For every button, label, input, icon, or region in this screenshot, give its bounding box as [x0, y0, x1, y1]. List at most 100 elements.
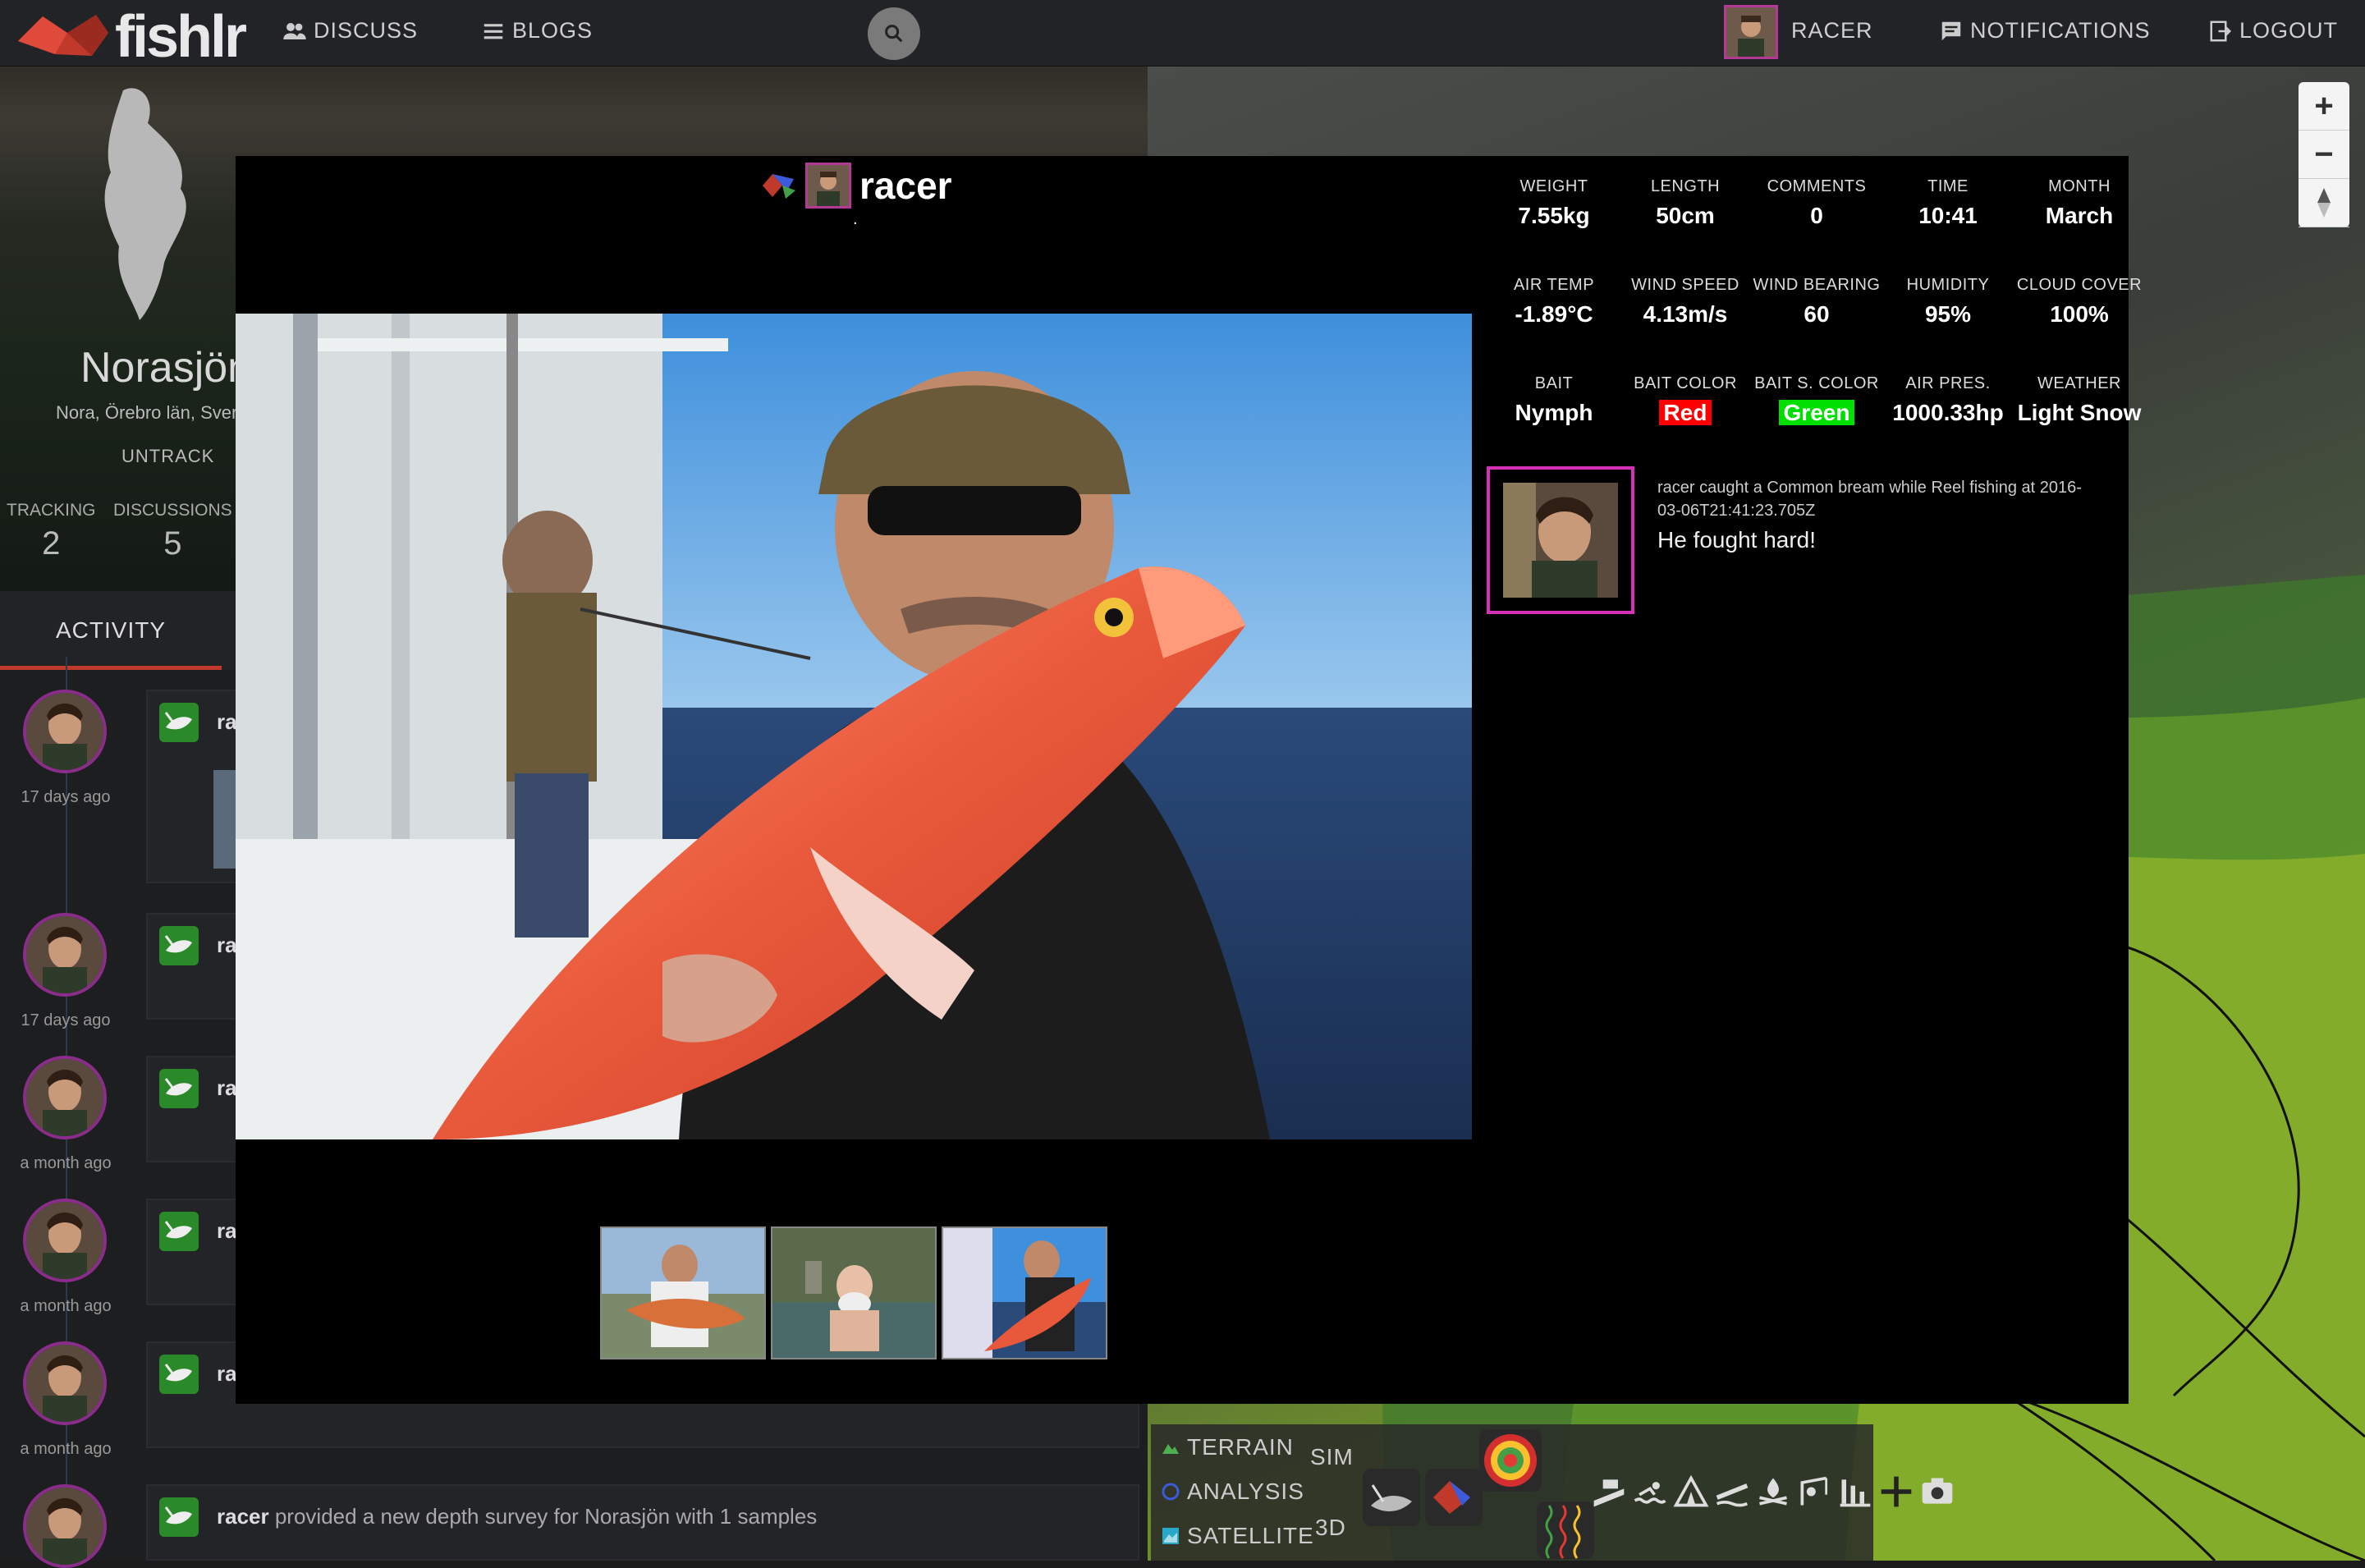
tab-activity[interactable]: ACTIVITY [0, 591, 222, 670]
nav-notifications-label: NOTIFICATIONS [1970, 18, 2151, 43]
campfire-icon[interactable] [1755, 1474, 1791, 1510]
discussions-count: 5 [163, 525, 182, 562]
camera-icon[interactable] [1919, 1474, 1955, 1510]
untrack-button[interactable]: UNTRACK [121, 446, 214, 467]
nav-logout-label: LOGOUT [2239, 18, 2339, 43]
discussions-label: DISCUSSIONS [113, 501, 232, 520]
thumbnail-3[interactable] [942, 1226, 1107, 1359]
chat-bubble-icon [1941, 21, 1961, 40]
activity-user[interactable]: ra [217, 1361, 237, 1386]
user-avatar-image [26, 1202, 103, 1279]
photo-thumbnails [600, 1226, 1107, 1359]
activity-avatar[interactable] [23, 913, 107, 997]
stat-label: HUMIDITY [1906, 276, 1990, 294]
pier-icon[interactable] [1837, 1474, 1873, 1510]
activity-time: a month ago [20, 1440, 112, 1458]
stat-value: 10:41 [1918, 203, 1978, 228]
stat-air-pres: AIR PRES. 1000.33hp [1882, 374, 2014, 426]
stat-label: WEATHER [2037, 374, 2121, 392]
boat-ramp-icon[interactable] [1591, 1474, 1627, 1510]
dock-icon[interactable] [1714, 1474, 1750, 1510]
activity-avatar[interactable] [23, 1484, 107, 1568]
activity-time: 17 days ago [21, 1011, 111, 1029]
modal-username[interactable]: racer [859, 163, 952, 208]
activity-card[interactable]: racer provided a new depth survey for No… [146, 1484, 1139, 1561]
fishing-hook-icon[interactable] [1363, 1469, 1420, 1526]
camping-icon[interactable] [1673, 1474, 1709, 1510]
stat-humidity: HUMIDITY 95% [1882, 276, 2014, 328]
stat-label: AIR PRES. [1905, 374, 1991, 392]
stat-label: BAIT COLOR [1634, 374, 1737, 392]
compass-button[interactable] [2299, 179, 2349, 227]
catch-badge-icon [159, 1497, 199, 1537]
nav-notifications[interactable]: NOTIFICATIONS [1939, 18, 2151, 44]
modal-user-avatar[interactable] [805, 163, 851, 209]
nav-discuss[interactable]: DISCUSS [282, 18, 418, 44]
fishlr-fish-logo-icon [18, 15, 108, 56]
crosshair-icon[interactable] [1878, 1474, 1914, 1510]
thumbnail-image [772, 1228, 935, 1358]
activity-time: 17 days ago [21, 788, 111, 806]
activity-user[interactable]: ra [217, 1075, 237, 1100]
stat-value: -1.89°C [1515, 301, 1593, 327]
activity-avatar[interactable] [23, 690, 107, 773]
activity-time: a month ago [20, 1297, 112, 1315]
nav-user[interactable]: RACER [1791, 18, 1873, 44]
stat-label: LENGTH [1650, 177, 1721, 195]
activity-description: provided a new depth survey for Norasjön… [268, 1504, 818, 1529]
layer-analysis[interactable]: ANALYSIS [1161, 1479, 1304, 1505]
activity-user[interactable]: ra [217, 933, 237, 957]
activity-user[interactable]: ra [217, 1218, 237, 1243]
activity-user[interactable]: ra [217, 709, 237, 734]
catch-photo[interactable] [236, 314, 1472, 1139]
stat-value: March [2045, 203, 2114, 228]
nav-logout[interactable]: LOGOUT [2208, 18, 2338, 44]
stat-label: BAIT [1534, 374, 1574, 392]
stat-value: 100% [2050, 301, 2109, 327]
fish-icon [164, 1078, 192, 1096]
activity-avatar[interactable] [23, 1199, 107, 1282]
sim-toggle[interactable]: SIM [1310, 1444, 1354, 1470]
stat-value: 4.13m/s [1643, 301, 1728, 327]
lake-title: Norasjön [80, 344, 252, 392]
comment-meta: racer caught a Common bream while Reel f… [1657, 479, 2082, 520]
stat-bait-s-color: BAIT S. COLOR Green [1751, 374, 1882, 426]
modal-subline: . [853, 210, 858, 228]
stat-value: 50cm [1656, 203, 1715, 228]
comment-avatar[interactable] [1487, 466, 1634, 614]
stat-bait: BAIT Nymph [1488, 374, 1620, 426]
search-button[interactable] [868, 7, 920, 60]
user-avatar-image [26, 1345, 103, 1422]
wave-tool-icon[interactable] [1537, 1502, 1594, 1559]
layer-satellite[interactable]: SATELLITE [1161, 1523, 1314, 1549]
thumbnail-1[interactable] [600, 1226, 766, 1359]
logout-icon [2210, 21, 2232, 41]
catch-badge-icon [159, 926, 199, 965]
fish-icon [164, 1506, 192, 1524]
fish-icon [164, 1221, 192, 1239]
activity-user[interactable]: racer [217, 1504, 269, 1529]
layer-terrain[interactable]: TERRAIN [1161, 1434, 1294, 1460]
activity-avatar[interactable] [23, 1341, 107, 1425]
discussions-stat[interactable]: DISCUSSIONS 5 [113, 501, 232, 562]
swimming-icon[interactable] [1632, 1474, 1668, 1510]
activity-text: ra [217, 1361, 237, 1387]
stat-wind-speed: WIND SPEED 4.13m/s [1620, 276, 1751, 328]
stat-bait-color: BAIT COLOR Red [1620, 374, 1751, 426]
stat-value: 0 [1810, 203, 1823, 228]
zoom-in-button[interactable]: + [2299, 82, 2349, 131]
nav-blogs[interactable]: BLOGS [481, 18, 593, 44]
3d-toggle[interactable]: 3D [1315, 1515, 1346, 1541]
thumbnail-2[interactable] [771, 1226, 937, 1359]
fish-logo-tool-icon[interactable] [1425, 1469, 1483, 1526]
catch-detail-modal: racer . WEIGHT 7.55kg LENGTH 50cm COMMEN… [236, 156, 2142, 1404]
analysis-icon [1162, 1483, 1180, 1501]
activity-avatar[interactable] [23, 1056, 107, 1139]
zoom-out-button[interactable]: − [2299, 131, 2349, 179]
user-avatar-image [26, 1488, 103, 1565]
fishlr-logo[interactable]: fishlr [18, 4, 247, 70]
nav-user-avatar[interactable] [1724, 5, 1778, 59]
nav-user-label: RACER [1791, 18, 1873, 43]
fishing-spot-icon[interactable] [1796, 1474, 1832, 1510]
heatmap-icon[interactable] [1479, 1429, 1542, 1492]
